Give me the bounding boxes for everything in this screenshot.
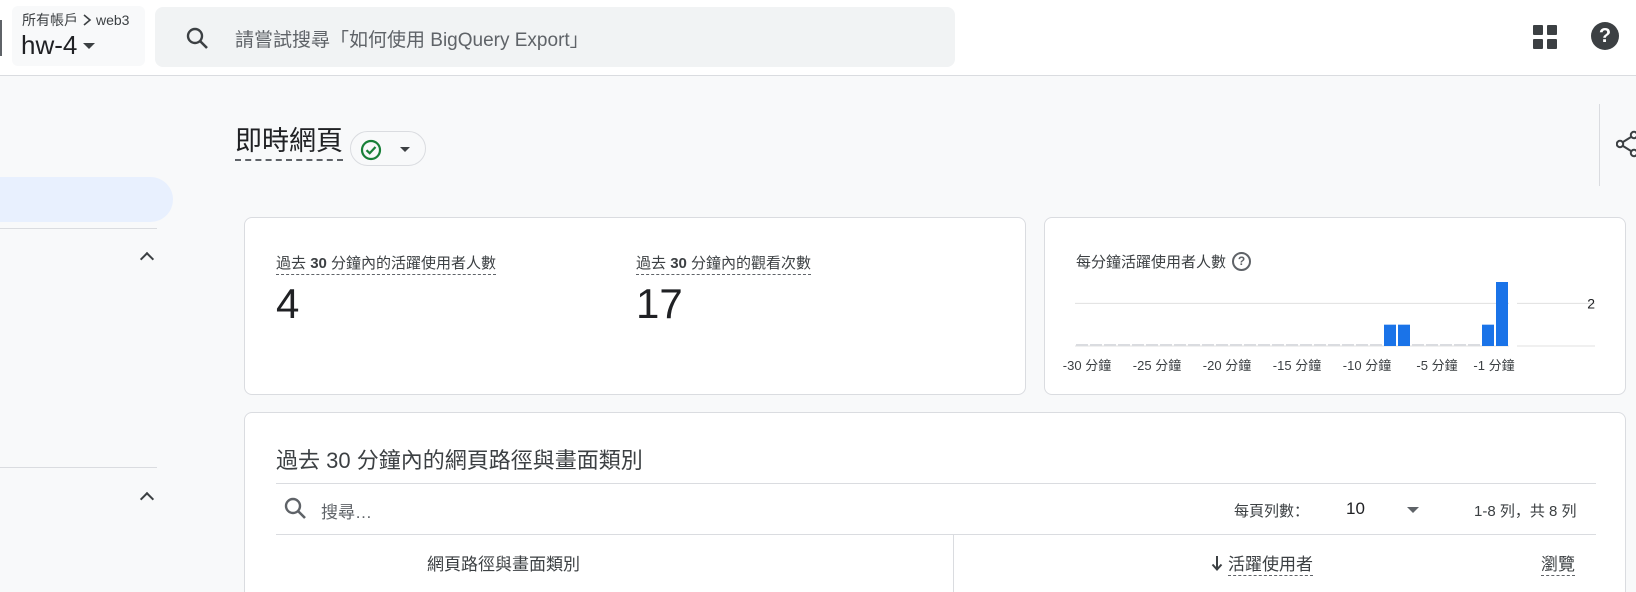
chart-x-tick-label: -1 分鐘 xyxy=(1473,358,1514,373)
chart-x-tick-label: -15 分鐘 xyxy=(1273,358,1321,373)
chart-bar xyxy=(1202,344,1214,346)
chart-bar xyxy=(1342,344,1354,346)
chart-bar xyxy=(1146,344,1158,346)
chevron-up-icon[interactable] xyxy=(139,251,155,267)
chart-x-tick-label: -10 分鐘 xyxy=(1343,358,1391,373)
chart-bar xyxy=(1118,344,1130,346)
table-title: 過去 30 分鐘內的網頁路徑與畫面類別 xyxy=(276,448,643,473)
page-path-table-card: 過去 30 分鐘內的網頁路徑與畫面類別 搜尋… 每頁列數： 10 1-8 列，共… xyxy=(244,412,1626,592)
chart-x-tick-label: -5 分鐘 xyxy=(1416,358,1457,373)
search-icon xyxy=(186,27,208,49)
sidebar-divider xyxy=(0,228,157,229)
rows-per-page-label: 每頁列數： xyxy=(1234,503,1310,520)
chart-bar xyxy=(1300,344,1312,346)
caret-down-icon[interactable] xyxy=(1407,507,1419,513)
property-name[interactable]: hw-4 xyxy=(21,30,96,61)
table-search-input[interactable]: 搜尋… xyxy=(321,498,372,523)
caret-down-icon xyxy=(400,147,410,152)
views-label[interactable]: 過去 30 分鐘內的觀看次數 xyxy=(636,252,812,275)
breadcrumb: 所有帳戶 web3 xyxy=(22,10,129,30)
chart-bar xyxy=(1314,344,1326,346)
chart-bar xyxy=(1496,282,1508,346)
menu-edge xyxy=(0,20,2,56)
views-value: 17 xyxy=(636,280,683,327)
chart-bar xyxy=(1174,344,1186,346)
chart-bar xyxy=(1454,344,1466,346)
chart-bar xyxy=(1412,344,1424,346)
check-circle-icon xyxy=(360,139,382,161)
chart-bar xyxy=(1356,344,1368,346)
chart-bar xyxy=(1104,344,1116,346)
column-header-active-users-label: 活躍使用者 xyxy=(1228,550,1313,576)
chart-bar xyxy=(1468,344,1480,346)
apps-grid-icon[interactable] xyxy=(1533,25,1557,49)
page-title: 即時網頁 xyxy=(235,125,343,161)
column-divider xyxy=(953,535,954,592)
search-placeholder: 請嘗試搜尋「如何使用 BigQuery Export」 xyxy=(235,30,589,51)
breadcrumb-root: 所有帳戶 xyxy=(22,12,78,28)
help-icon[interactable]: ? xyxy=(1591,22,1619,50)
arrow-down-icon xyxy=(1211,556,1223,571)
chart-bar xyxy=(1398,324,1410,346)
active-users-value: 4 xyxy=(276,280,300,327)
column-header-page-path[interactable]: 網頁路徑與畫面類別 xyxy=(427,550,580,575)
metrics-card: 過去 30 分鐘內的活躍使用者人數 4 過去 30 分鐘內的觀看次數 17 xyxy=(244,217,1026,395)
pagination-range: 1-8 列，共 8 列 xyxy=(1474,503,1577,520)
chart-x-tick-label: -25 分鐘 xyxy=(1133,358,1181,373)
chart-bar xyxy=(1426,344,1438,346)
chart-bar xyxy=(1216,344,1228,346)
chart-bar xyxy=(1370,344,1382,346)
chart-bar xyxy=(1384,324,1396,346)
active-users-label[interactable]: 過去 30 分鐘內的活躍使用者人數 xyxy=(276,252,497,275)
column-header-active-users[interactable]: 活躍使用者 xyxy=(1211,550,1313,576)
chevron-up-icon[interactable] xyxy=(139,491,155,507)
header-divider xyxy=(1599,104,1600,186)
chart-bar xyxy=(1076,344,1088,346)
chart-bar xyxy=(1230,344,1242,346)
chart-bar xyxy=(1440,344,1452,346)
chart-bar xyxy=(1244,344,1256,346)
chevron-right-icon xyxy=(83,14,92,26)
chart-bar xyxy=(1258,344,1270,346)
chart-bar xyxy=(1132,344,1144,346)
chart-x-tick-label: -20 分鐘 xyxy=(1203,358,1251,373)
top-app-bar: 所有帳戶 web3 hw-4 請嘗試搜尋「如何使用 BigQuery Expor… xyxy=(0,0,1636,76)
chart-x-tick-label: -30 分鐘 xyxy=(1063,358,1111,373)
chart-bar xyxy=(1286,344,1298,346)
chart-bar xyxy=(1188,344,1200,346)
caret-down-icon xyxy=(83,42,96,49)
chart-bar xyxy=(1482,324,1494,346)
chart-bar xyxy=(1160,344,1172,346)
rows-per-page-select[interactable]: 10 xyxy=(1346,499,1365,519)
active-users-bar-chart: 2 -30 分鐘 -25 分鐘 -20 分鐘 -15 分鐘 -10 分鐘 -5 分鐘 -1 分… xyxy=(1063,282,1595,373)
breadcrumb-account: web3 xyxy=(96,12,130,28)
global-search-box[interactable]: 請嘗試搜尋「如何使用 BigQuery Export」 xyxy=(155,7,955,67)
chart-y-label: 2 xyxy=(1587,295,1595,311)
column-header-views[interactable]: 瀏覽 xyxy=(1541,550,1575,576)
search-icon[interactable] xyxy=(283,496,307,520)
sidebar-active-item[interactable] xyxy=(0,177,173,222)
sidebar-divider xyxy=(0,467,157,468)
share-icon[interactable] xyxy=(1616,130,1636,160)
account-selector[interactable]: 所有帳戶 web3 hw-4 xyxy=(12,6,145,66)
chart-bar xyxy=(1090,344,1102,346)
property-label: hw-4 xyxy=(21,30,78,60)
chart-bar xyxy=(1328,344,1340,346)
table-divider xyxy=(276,483,1596,484)
table-divider xyxy=(276,534,1596,535)
per-minute-chart-card: 每分鐘活躍使用者人數 ? 2 -30 分鐘 -25 分鐘 -20 分鐘 -15 分鐘 -1… xyxy=(1044,217,1626,395)
chart-bar xyxy=(1272,344,1284,346)
data-status-dropdown[interactable] xyxy=(350,131,426,166)
